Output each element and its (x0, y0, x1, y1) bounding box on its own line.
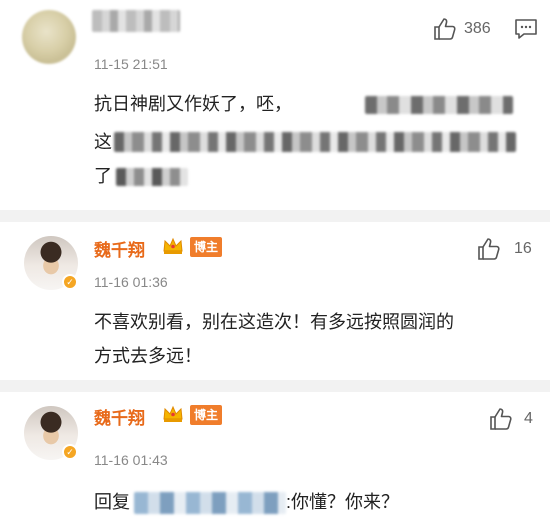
username[interactable]: 魏千翔 (94, 236, 145, 261)
blogger-tag: 博主 (190, 237, 223, 257)
comment-item: ✓ 魏千翔 博主 11-16 01:43 4 回复 :你懂？你来？ (0, 392, 550, 520)
username-blurred[interactable] (92, 10, 180, 32)
username[interactable]: 魏千翔 (94, 404, 145, 429)
crown-icon (163, 237, 183, 254)
thumbs-up-icon[interactable] (476, 236, 502, 262)
censored-username[interactable] (134, 492, 286, 514)
comment-text: 方式去多远！ (94, 346, 202, 366)
separator (0, 210, 550, 222)
thumbs-up-icon[interactable] (488, 406, 514, 432)
avatar[interactable] (22, 10, 76, 64)
comment-time: 11-16 01:36 (94, 274, 168, 290)
verified-badge-icon: ✓ (62, 274, 78, 290)
censored-text (114, 132, 516, 152)
comment-text: 这 (94, 132, 112, 152)
thumbs-up-icon[interactable] (432, 16, 458, 42)
reply-prefix: 回复 (94, 492, 130, 512)
crown-icon (163, 405, 183, 422)
comment-text: 抗日神剧又作妖了，呸， (94, 94, 292, 114)
comment-time: 11-16 01:43 (94, 452, 168, 468)
comment-text: 不喜欢别看，别在这造次！有多远按照圆润的 (94, 312, 454, 332)
censored-text (116, 168, 188, 186)
message-icon[interactable] (514, 18, 538, 40)
like-count: 16 (514, 240, 532, 257)
like-count: 4 (524, 410, 533, 427)
reply-text: :你懂？你来？ (286, 492, 400, 512)
censored-text (365, 96, 513, 114)
blogger-tag: 博主 (190, 405, 223, 425)
separator (0, 380, 550, 392)
comment-text: 了 (94, 166, 112, 186)
comment-time: 11-15 21:51 (94, 56, 168, 72)
verified-badge-icon: ✓ (62, 444, 78, 460)
comment-item: 11-15 21:51 386 抗日神剧又作妖了，呸， 这 了 (0, 0, 550, 210)
comment-item: ✓ 魏千翔 博主 11-16 01:36 16 不喜欢别看，别在这造次！有多远按… (0, 222, 550, 392)
like-count: 386 (464, 20, 491, 37)
